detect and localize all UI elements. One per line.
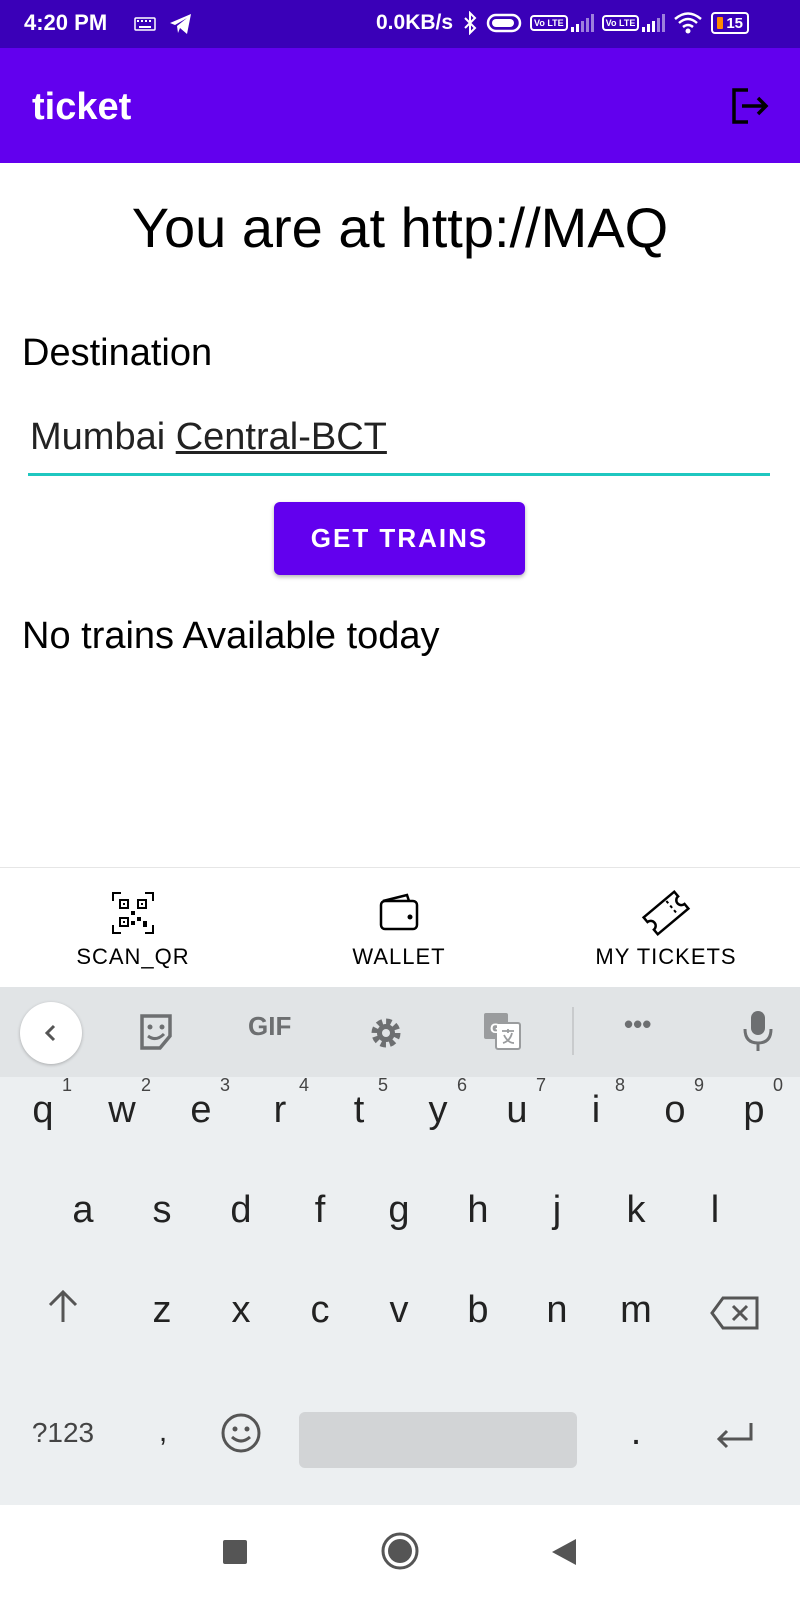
backspace-icon <box>710 1296 759 1330</box>
recents-icon[interactable] <box>222 1539 248 1565</box>
bluetooth-icon <box>464 11 477 35</box>
key-j[interactable]: j <box>522 1189 592 1232</box>
status-message: No trains Available today <box>22 615 440 657</box>
system-navigation-bar <box>0 1505 800 1600</box>
key-v[interactable]: v <box>364 1289 434 1332</box>
soft-keyboard: GIF G ••• 1q 2w 3e 4r 5t 6y 7u 8i 9o 0p … <box>0 987 800 1505</box>
current-location: You are at http://MAQ <box>131 196 669 259</box>
key-m[interactable]: m <box>601 1289 671 1332</box>
translate-icon[interactable]: G <box>482 1011 522 1051</box>
home-icon[interactable] <box>380 1531 420 1571</box>
microphone-icon[interactable] <box>740 1009 776 1053</box>
bottom-navigation: SCAN_QR WALLET MY TICKETS <box>0 867 800 987</box>
keyboard-back-button[interactable] <box>20 1002 82 1064</box>
key-p[interactable]: 0p <box>719 1075 789 1132</box>
key-x[interactable]: x <box>206 1289 276 1332</box>
battery-level: 15 <box>726 14 744 32</box>
key-d[interactable]: d <box>206 1189 276 1232</box>
svg-text:G: G <box>490 1020 501 1036</box>
key-f[interactable]: f <box>285 1189 355 1232</box>
battery-icon: 15 <box>711 12 750 34</box>
shift-icon <box>48 1289 78 1322</box>
key-y[interactable]: 6y <box>403 1075 473 1132</box>
shift-key[interactable] <box>28 1289 98 1335</box>
qr-code-icon <box>112 892 154 934</box>
nav-item-my-tickets[interactable]: MY TICKETS <box>566 888 766 970</box>
key-o[interactable]: 9o <box>640 1075 710 1132</box>
destination-label: Destination <box>22 332 213 374</box>
key-i[interactable]: 8i <box>561 1075 631 1132</box>
key-z[interactable]: z <box>127 1289 197 1332</box>
emoji-key[interactable] <box>206 1411 276 1465</box>
toggle-icon <box>486 13 522 33</box>
keyboard-icon <box>134 17 156 31</box>
key-u[interactable]: 7u <box>482 1075 552 1132</box>
key-n[interactable]: n <box>522 1289 592 1332</box>
signal-bars-icon <box>642 14 666 32</box>
chevron-left-icon <box>44 1024 56 1042</box>
symbols-key[interactable]: ?123 <box>20 1417 106 1449</box>
signal-sim1: Vo LTE <box>530 14 594 32</box>
key-w[interactable]: 2w <box>87 1075 157 1132</box>
sticker-icon[interactable] <box>136 1012 176 1052</box>
nav-label: MY TICKETS <box>595 944 737 969</box>
key-e[interactable]: 3e <box>166 1075 236 1132</box>
key-b[interactable]: b <box>443 1289 513 1332</box>
enter-icon <box>716 1423 753 1449</box>
destination-value[interactable]: Mumbai Central-BCT <box>30 416 387 459</box>
period-key[interactable]: . <box>601 1411 671 1454</box>
enter-key[interactable] <box>700 1419 770 1465</box>
key-s[interactable]: s <box>127 1189 197 1232</box>
app-bar: ticket <box>0 48 800 163</box>
signal-bars-icon <box>570 14 594 32</box>
comma-key[interactable]: , <box>128 1415 198 1449</box>
nav-label: SCAN_QR <box>76 944 190 969</box>
ticket-icon <box>641 889 691 937</box>
nav-item-scan-qr[interactable]: SCAN_QR <box>33 888 233 970</box>
volte-badge: Vo LTE <box>530 15 568 31</box>
key-g[interactable]: g <box>364 1189 434 1232</box>
settings-icon[interactable] <box>366 1013 406 1053</box>
app-title: ticket <box>32 86 132 128</box>
key-k[interactable]: k <box>601 1189 671 1232</box>
wifi-icon <box>674 12 703 34</box>
gif-button[interactable]: GIF <box>248 1011 291 1042</box>
back-icon[interactable] <box>550 1537 578 1567</box>
get-trains-button[interactable]: GET TRAINS <box>274 502 525 575</box>
nav-label: WALLET <box>352 944 446 969</box>
key-t[interactable]: 5t <box>324 1075 394 1132</box>
key-h[interactable]: h <box>443 1189 513 1232</box>
key-q[interactable]: 1q <box>8 1075 78 1132</box>
status-time: 4:20 PM <box>24 10 108 35</box>
key-r[interactable]: 4r <box>245 1075 315 1132</box>
status-bar: 4:20 PM 0.0KB/s Vo LTE Vo LTE 15 <box>0 0 800 48</box>
logout-icon <box>732 88 769 124</box>
key-c[interactable]: c <box>285 1289 355 1332</box>
telegram-icon <box>170 14 191 34</box>
logout-button[interactable] <box>728 84 772 128</box>
keyboard-toolbar: GIF G ••• <box>0 987 800 1077</box>
more-options-button[interactable]: ••• <box>624 1009 651 1040</box>
key-a[interactable]: a <box>48 1189 118 1232</box>
wallet-icon <box>379 893 419 931</box>
emoji-icon <box>221 1413 261 1453</box>
signal-sim2: Vo LTE <box>601 14 666 32</box>
nav-item-wallet[interactable]: WALLET <box>299 888 499 970</box>
backspace-key[interactable] <box>700 1295 770 1341</box>
volte-badge: Vo LTE <box>601 15 640 31</box>
space-key[interactable] <box>299 1412 577 1468</box>
key-l[interactable]: l <box>680 1189 750 1232</box>
network-speed: 0.0KB/s <box>376 11 454 34</box>
